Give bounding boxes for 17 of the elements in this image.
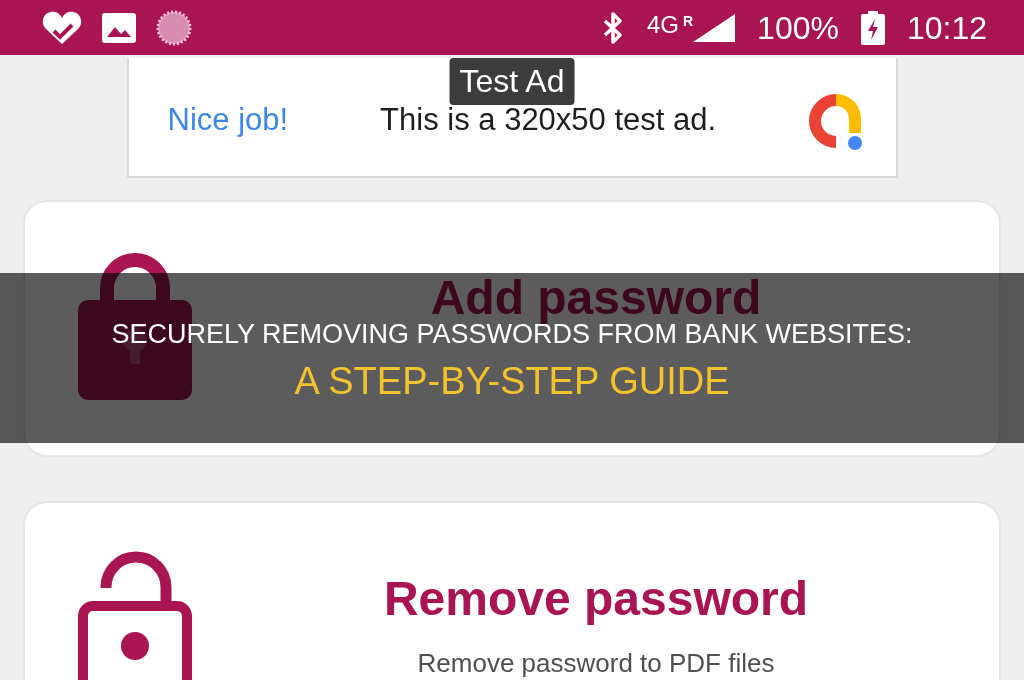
- test-ad-label: Test Ad: [449, 58, 575, 105]
- heart-check-icon: [42, 10, 82, 45]
- roaming-label: R: [682, 13, 694, 28]
- image-icon: [102, 12, 136, 43]
- open-padlock-icon: [78, 551, 192, 680]
- ad-text: This is a 320x50 test ad.: [380, 102, 717, 138]
- circle-icon: [156, 9, 192, 46]
- clock-time: 10:12: [906, 11, 987, 44]
- card-subtitle: Remove password to PDF files: [417, 649, 775, 677]
- banner-subtitle: A STEP-BY-STEP GUIDE: [294, 358, 730, 403]
- signal-icon: [693, 13, 736, 42]
- battery-percent: 100%: [757, 11, 839, 44]
- feature-card[interactable]: Remove password Remove password to PDF files: [25, 503, 999, 680]
- card-title: Remove password: [383, 571, 809, 627]
- ad-headline: Nice job!: [167, 102, 289, 138]
- network-label: 4G: [646, 12, 679, 37]
- battery-charging-icon: [860, 10, 885, 45]
